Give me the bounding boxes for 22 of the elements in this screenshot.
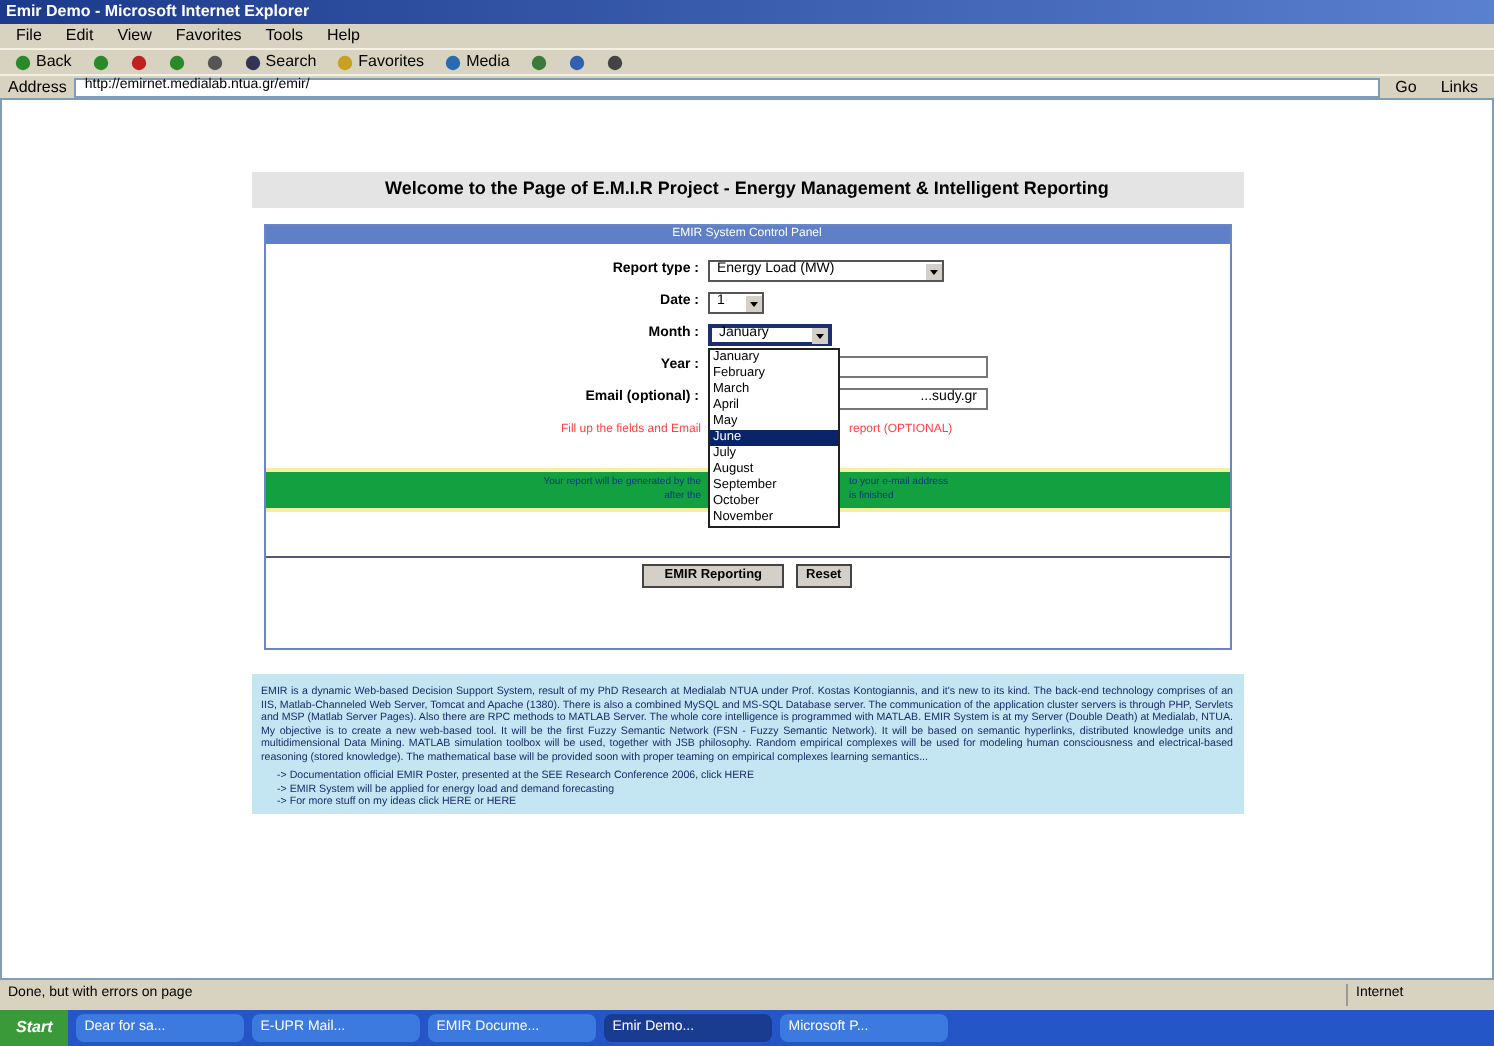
- dropdown-arrow-icon: [925, 263, 941, 279]
- toolbar-button[interactable]: Back: [8, 50, 78, 74]
- menu-item[interactable]: Tools: [265, 24, 303, 48]
- toolbar-icon: [14, 53, 32, 71]
- address-label: Address: [8, 75, 67, 99]
- toolbar-icon: [444, 53, 463, 71]
- toolbar-icon: [336, 53, 355, 71]
- menu-item[interactable]: Favorites: [175, 24, 242, 48]
- toolbar-button[interactable]: Search: [237, 50, 323, 74]
- window-title: Emir Demo - Microsoft Internet Explorer: [6, 0, 310, 24]
- dropdown-arrow-icon: [811, 327, 827, 343]
- toolbar-button[interactable]: Media: [438, 50, 516, 74]
- menu-item[interactable]: File: [16, 24, 42, 48]
- start-button[interactable]: Start: [0, 1010, 69, 1046]
- dropdown-arrow-icon: [745, 295, 761, 311]
- page-heading: Welcome to the Page of E.M.I.R Project - Energy Management & Intelligent Reporting: [251, 172, 1243, 208]
- go-button[interactable]: Go: [1387, 75, 1425, 99]
- toolbar-button[interactable]: Favorites: [330, 50, 431, 74]
- menu-item[interactable]: Help: [326, 24, 360, 48]
- menu-item[interactable]: View: [117, 24, 152, 48]
- links-button[interactable]: Links: [1432, 75, 1486, 99]
- menu-item[interactable]: Edit: [65, 24, 94, 48]
